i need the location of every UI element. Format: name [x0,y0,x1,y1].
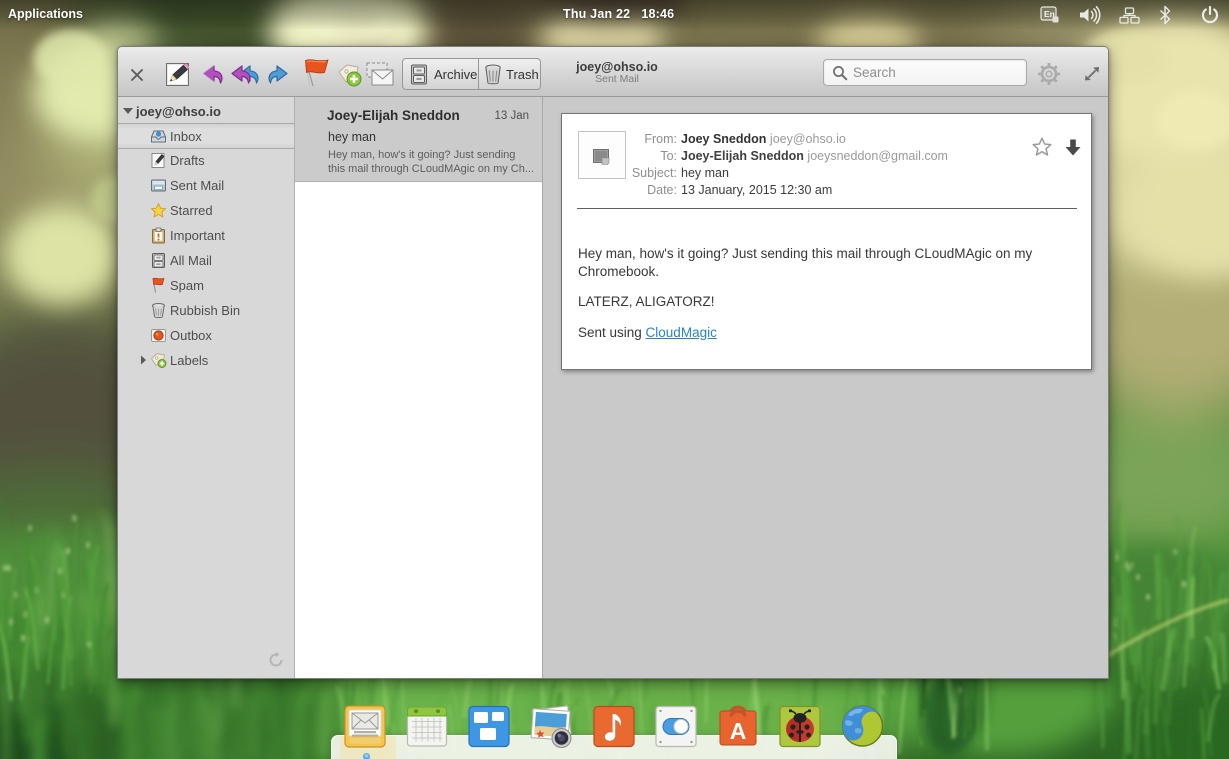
svg-text:A: A [730,718,747,744]
